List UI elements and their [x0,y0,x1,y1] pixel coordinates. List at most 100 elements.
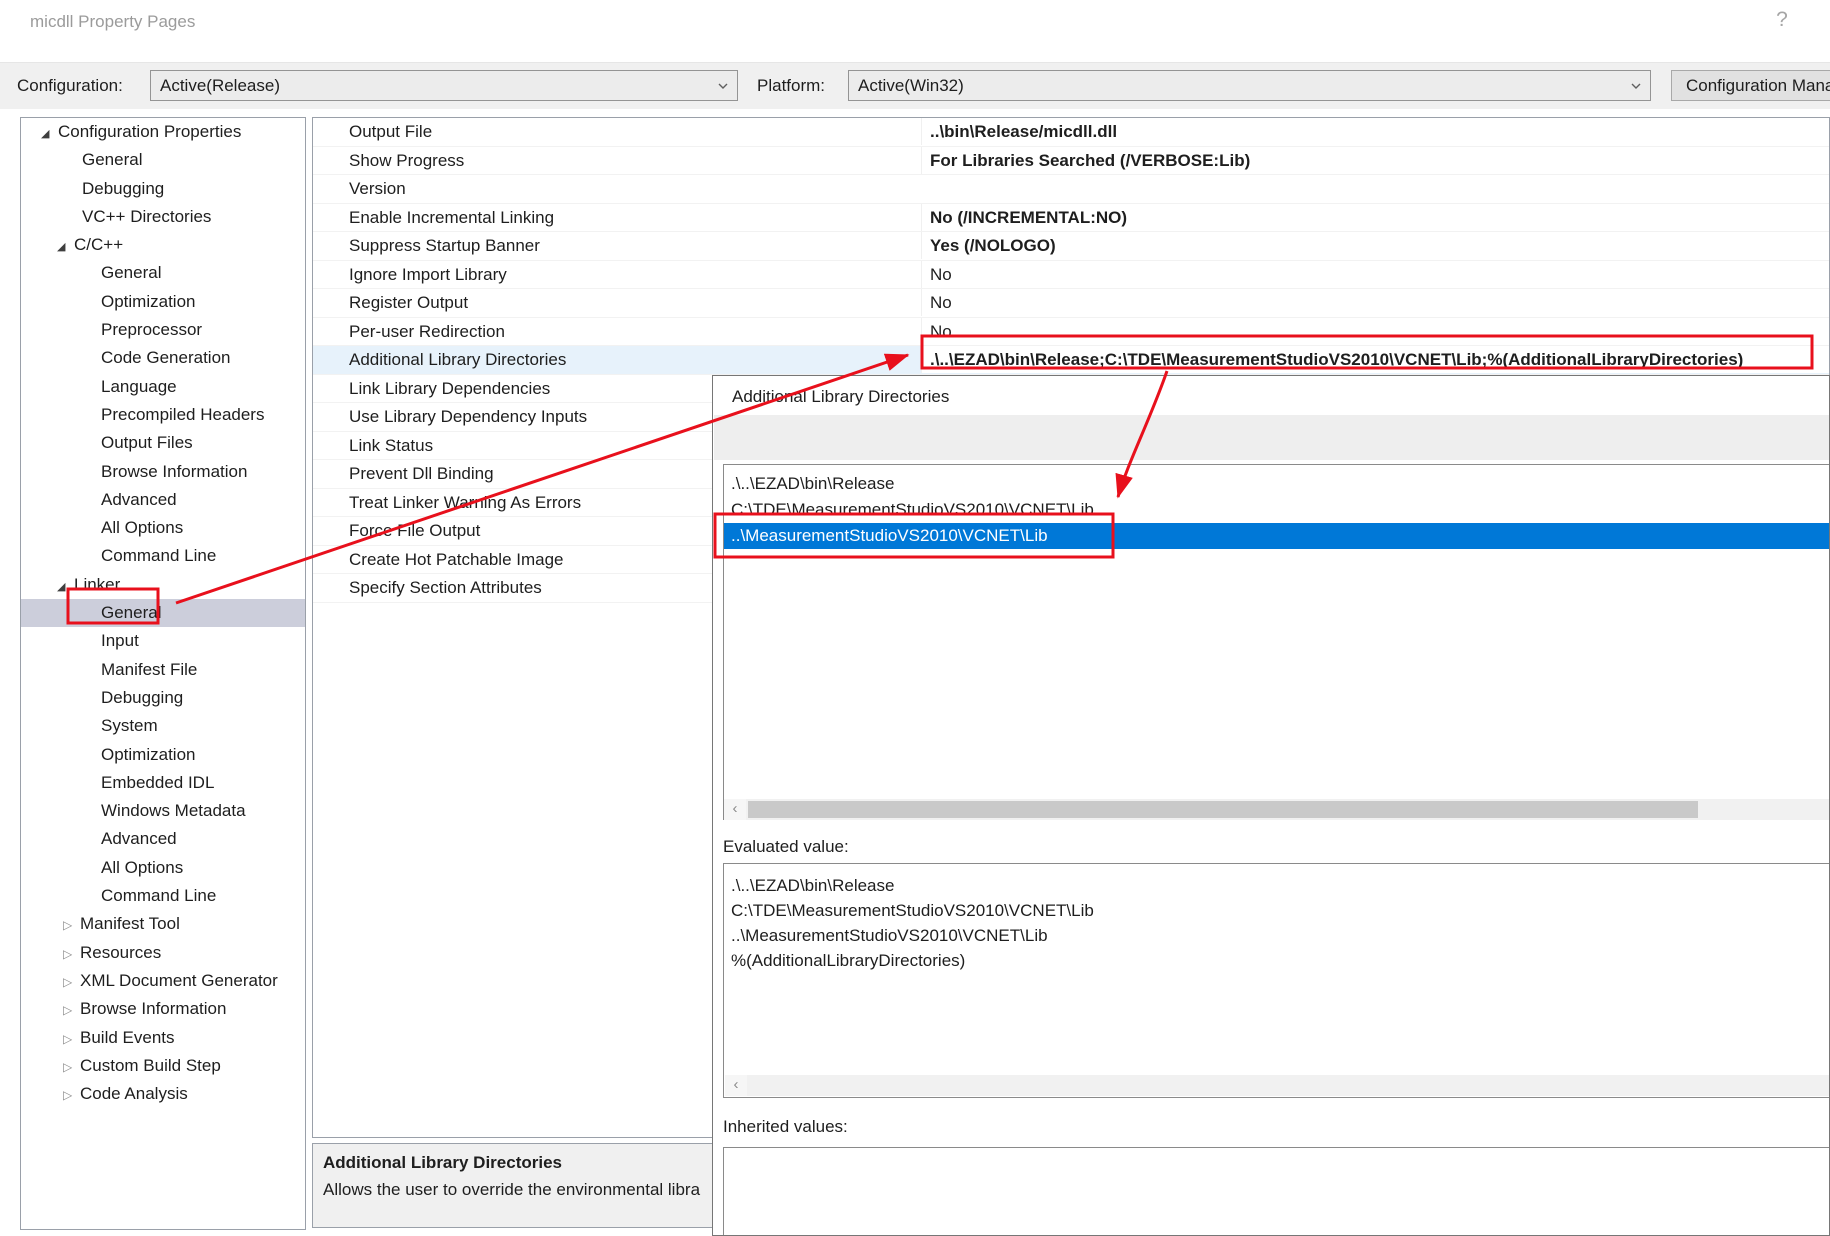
property-name: Additional Library Directories [349,346,566,373]
evaluated-horizontal-scrollbar[interactable]: ‹ [725,1075,1829,1096]
collapsed-triangle-icon[interactable]: ▷ [63,1081,80,1109]
property-value[interactable]: Yes (/NOLOGO) [921,232,1829,259]
evaluated-value-line: .\..\EZAD\bin\Release [731,873,1830,898]
property-name: Link Status [349,432,433,459]
collapsed-triangle-icon[interactable]: ▷ [63,1053,80,1081]
tree-item-label: All Options [101,518,183,537]
directory-list-item[interactable]: ..\MeasurementStudioVS2010\VCNET\Lib [724,523,1830,549]
grid-row-ignore-import-library[interactable]: Ignore Import LibraryNo [313,261,1829,290]
property-value[interactable]: No [921,318,1829,345]
tree-item-all-options[interactable]: All Options [21,854,305,882]
scrollbar-thumb[interactable] [748,801,1698,818]
collapsed-triangle-icon[interactable]: ▷ [63,996,80,1024]
grid-row-per-user-redirection[interactable]: Per-user Redirection No [313,318,1829,347]
expanded-triangle-icon[interactable]: ◢ [41,120,58,148]
tree-item-label: Precompiled Headers [101,405,264,424]
configuration-manager-button[interactable]: Configuration Manage [1671,70,1830,101]
property-name: Per-user Redirection [349,318,505,345]
property-name: Link Library Dependencies [349,375,550,402]
list-horizontal-scrollbar[interactable]: ‹ [724,799,1829,820]
tree-item-label: Manifest Tool [80,914,180,933]
tree-item-command-line[interactable]: Command Line [21,882,305,910]
property-value[interactable]: .\..\EZAD\bin\Release;C:\TDE\Measurement… [921,346,1829,373]
tree-item-code-analysis[interactable]: ▷Code Analysis [21,1080,305,1108]
tree-item-label: Code Generation [101,348,230,367]
tree-item-label: All Options [101,858,183,877]
tree-item-manifest-tool[interactable]: ▷Manifest Tool [21,910,305,938]
tree-item-system[interactable]: System [21,712,305,740]
directories-list: .\..\EZAD\bin\ReleaseC:\TDE\MeasurementS… [723,464,1830,820]
tree-item-optimization[interactable]: Optimization [21,288,305,316]
property-value[interactable]: No [921,289,1829,316]
tree-item-linker[interactable]: ◢Linker [21,571,305,599]
tree-item-vc-directories[interactable]: VC++ Directories [21,203,305,231]
grid-row-show-progress[interactable]: Show ProgressFor Libraries Searched (/VE… [313,147,1829,176]
tree-item-optimization[interactable]: Optimization [21,741,305,769]
popup-toolbar [714,415,1829,460]
tree-item-precompiled-headers[interactable]: Precompiled Headers [21,401,305,429]
chevron-down-icon [717,80,729,92]
grid-row-enable-incremental-linking[interactable]: Enable Incremental LinkingNo (/INCREMENT… [313,204,1829,233]
evaluated-value-line: %(AdditionalLibraryDirectories) [731,948,1830,973]
inherited-values-box[interactable] [723,1147,1830,1236]
tree-item-command-line[interactable]: Command Line [21,542,305,570]
tree-item-configuration-properties[interactable]: ◢Configuration Properties [21,118,305,146]
tree-item-output-files[interactable]: Output Files [21,429,305,457]
tree-item-advanced[interactable]: Advanced [21,486,305,514]
inherited-values-label: Inherited values: [723,1117,848,1137]
tree-item-label: Linker [74,575,120,594]
tree-item-input[interactable]: Input [21,627,305,655]
grid-row-register-output[interactable]: Register OutputNo [313,289,1829,318]
collapsed-triangle-icon[interactable]: ▷ [63,968,80,996]
property-value[interactable]: ..\bin\Release/micdll.dll [921,118,1829,145]
property-name: Use Library Dependency Inputs [349,403,587,430]
collapsed-triangle-icon[interactable]: ▷ [63,1025,80,1053]
property-name: Specify Section Attributes [349,574,542,601]
configuration-dropdown[interactable]: Active(Release) [150,70,738,101]
tree-item-debugging[interactable]: Debugging [21,684,305,712]
tree-item-xml-document-generator[interactable]: ▷XML Document Generator [21,967,305,995]
tree-item-label: Output Files [101,433,193,452]
directory-list-item[interactable]: .\..\EZAD\bin\Release [724,471,1830,497]
tree-item-all-options[interactable]: All Options [21,514,305,542]
grid-row-additional-library-directories[interactable]: Additional Library Directories .\..\EZAD\… [313,346,1829,375]
tree-item-general[interactable]: General [21,599,305,627]
grid-row-output-file[interactable]: Output File..\bin\Release/micdll.dll [313,118,1829,147]
tree-item-label: Debugging [101,688,183,707]
tree-item-preprocessor[interactable]: Preprocessor [21,316,305,344]
property-value[interactable]: No [921,261,1829,288]
property-value[interactable]: For Libraries Searched (/VERBOSE:Lib) [921,147,1829,174]
tree-item-debugging[interactable]: Debugging [21,175,305,203]
tree-item-resources[interactable]: ▷Resources [21,939,305,967]
expanded-triangle-icon[interactable]: ◢ [57,573,74,601]
expanded-triangle-icon[interactable]: ◢ [57,233,74,261]
tree-item-manifest-file[interactable]: Manifest File [21,656,305,684]
tree-item-label: Preprocessor [101,320,202,339]
tree-item-label: Language [101,377,177,396]
property-value[interactable]: No (/INCREMENTAL:NO) [921,204,1829,231]
grid-row-version[interactable]: Version [313,175,1829,204]
tree-item-advanced[interactable]: Advanced [21,825,305,853]
property-name: Version [349,175,406,202]
tree-item-embedded-idl[interactable]: Embedded IDL [21,769,305,797]
scroll-left-icon[interactable]: ‹ [724,799,746,820]
platform-dropdown[interactable]: Active(Win32) [848,70,1651,101]
tree-item-general[interactable]: General [21,259,305,287]
tree-item-language[interactable]: Language [21,373,305,401]
tree-item-windows-metadata[interactable]: Windows Metadata [21,797,305,825]
tree-item-general[interactable]: General [21,146,305,174]
collapsed-triangle-icon[interactable]: ▷ [63,911,80,939]
tree-item-c-c[interactable]: ◢C/C++ [21,231,305,259]
directory-list-item[interactable]: C:\TDE\MeasurementStudioVS2010\VCNET\Lib [724,497,1830,523]
grid-row-suppress-startup-banner[interactable]: Suppress Startup BannerYes (/NOLOGO) [313,232,1829,261]
tree-item-browse-information[interactable]: ▷Browse Information [21,995,305,1023]
scroll-left-icon[interactable]: ‹ [725,1075,747,1096]
evaluated-value-box: .\..\EZAD\bin\ReleaseC:\TDE\MeasurementS… [723,863,1830,1098]
collapsed-triangle-icon[interactable]: ▷ [63,940,80,968]
tree-item-build-events[interactable]: ▷Build Events [21,1024,305,1052]
tree-item-browse-information[interactable]: Browse Information [21,458,305,486]
tree-item-code-generation[interactable]: Code Generation [21,344,305,372]
help-icon[interactable]: ? [1765,8,1799,32]
tree-item-custom-build-step[interactable]: ▷Custom Build Step [21,1052,305,1080]
tree-item-label: Windows Metadata [101,801,246,820]
